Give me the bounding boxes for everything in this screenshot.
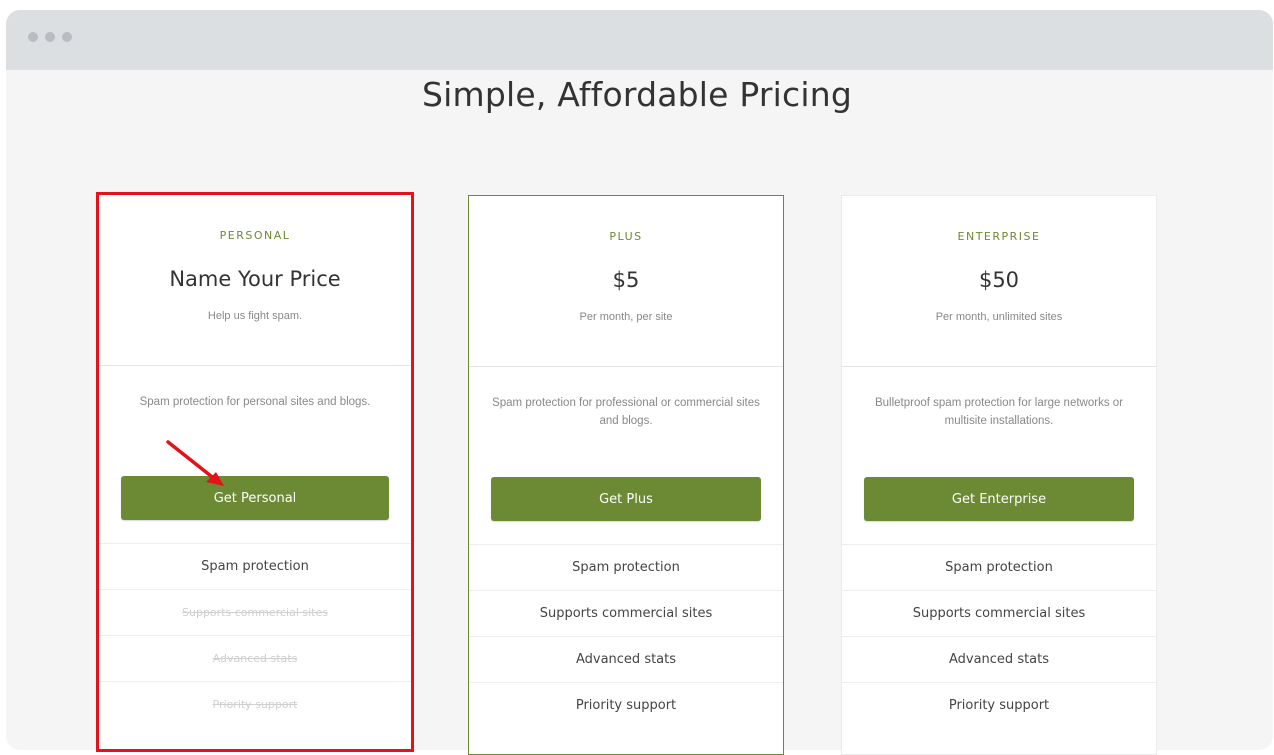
plan-tier: ENTERPRISE bbox=[957, 230, 1041, 243]
feature-item: Supports commercial sites bbox=[842, 590, 1156, 636]
plan-card-enterprise: ENTERPRISE $50 Per month, unlimited site… bbox=[841, 195, 1157, 755]
feature-list: Spam protection Supports commercial site… bbox=[469, 544, 783, 728]
plan-description: Spam protection for professional or comm… bbox=[492, 397, 760, 427]
plan-card-personal: PERSONAL Name Your Price Help us fight s… bbox=[96, 192, 414, 752]
plan-price: $50 bbox=[978, 268, 1020, 292]
feature-list: Spam protection Supports commercial site… bbox=[842, 544, 1156, 728]
feature-list: Spam protection Supports commercial site… bbox=[99, 543, 411, 727]
annotation-arrow-icon bbox=[166, 440, 224, 486]
feature-item: Advanced stats bbox=[842, 636, 1156, 682]
plan-tier: PLUS bbox=[609, 230, 643, 243]
feature-item: Priority support bbox=[842, 682, 1156, 728]
plan-tier: PERSONAL bbox=[219, 229, 291, 242]
get-enterprise-button[interactable]: Get Enterprise bbox=[864, 477, 1134, 521]
feature-item: Supports commercial sites bbox=[469, 590, 783, 636]
plan-price: Name Your Price bbox=[169, 267, 341, 291]
feature-item-excluded: Priority support bbox=[99, 681, 411, 727]
feature-item: Spam protection bbox=[469, 544, 783, 590]
feature-item: Spam protection bbox=[99, 543, 411, 589]
browser-titlebar bbox=[6, 10, 1273, 70]
feature-item-excluded: Advanced stats bbox=[99, 635, 411, 681]
window-dot-icon bbox=[28, 32, 38, 42]
feature-item: Spam protection bbox=[842, 544, 1156, 590]
plan-card-plus: PLUS $5 Per month, per site Spam protect… bbox=[468, 195, 784, 755]
divider bbox=[842, 366, 1156, 367]
plan-price: $5 bbox=[612, 268, 640, 292]
divider bbox=[469, 366, 783, 367]
plan-description: Spam protection for personal sites and b… bbox=[139, 396, 371, 408]
plan-price-subtitle: Per month, per site bbox=[579, 311, 673, 323]
divider bbox=[99, 365, 411, 366]
plan-description: Bulletproof spam protection for large ne… bbox=[874, 397, 1123, 427]
plan-price-subtitle: Help us fight spam. bbox=[207, 310, 303, 322]
feature-item: Advanced stats bbox=[469, 636, 783, 682]
feature-item-excluded: Supports commercial sites bbox=[99, 589, 411, 635]
get-plus-button[interactable]: Get Plus bbox=[491, 477, 761, 521]
window-dot-icon bbox=[45, 32, 55, 42]
plan-price-subtitle: Per month, unlimited sites bbox=[935, 311, 1063, 323]
window-dot-icon bbox=[62, 32, 72, 42]
feature-item: Priority support bbox=[469, 682, 783, 728]
page-title: Simple, Affordable Pricing bbox=[422, 75, 852, 114]
